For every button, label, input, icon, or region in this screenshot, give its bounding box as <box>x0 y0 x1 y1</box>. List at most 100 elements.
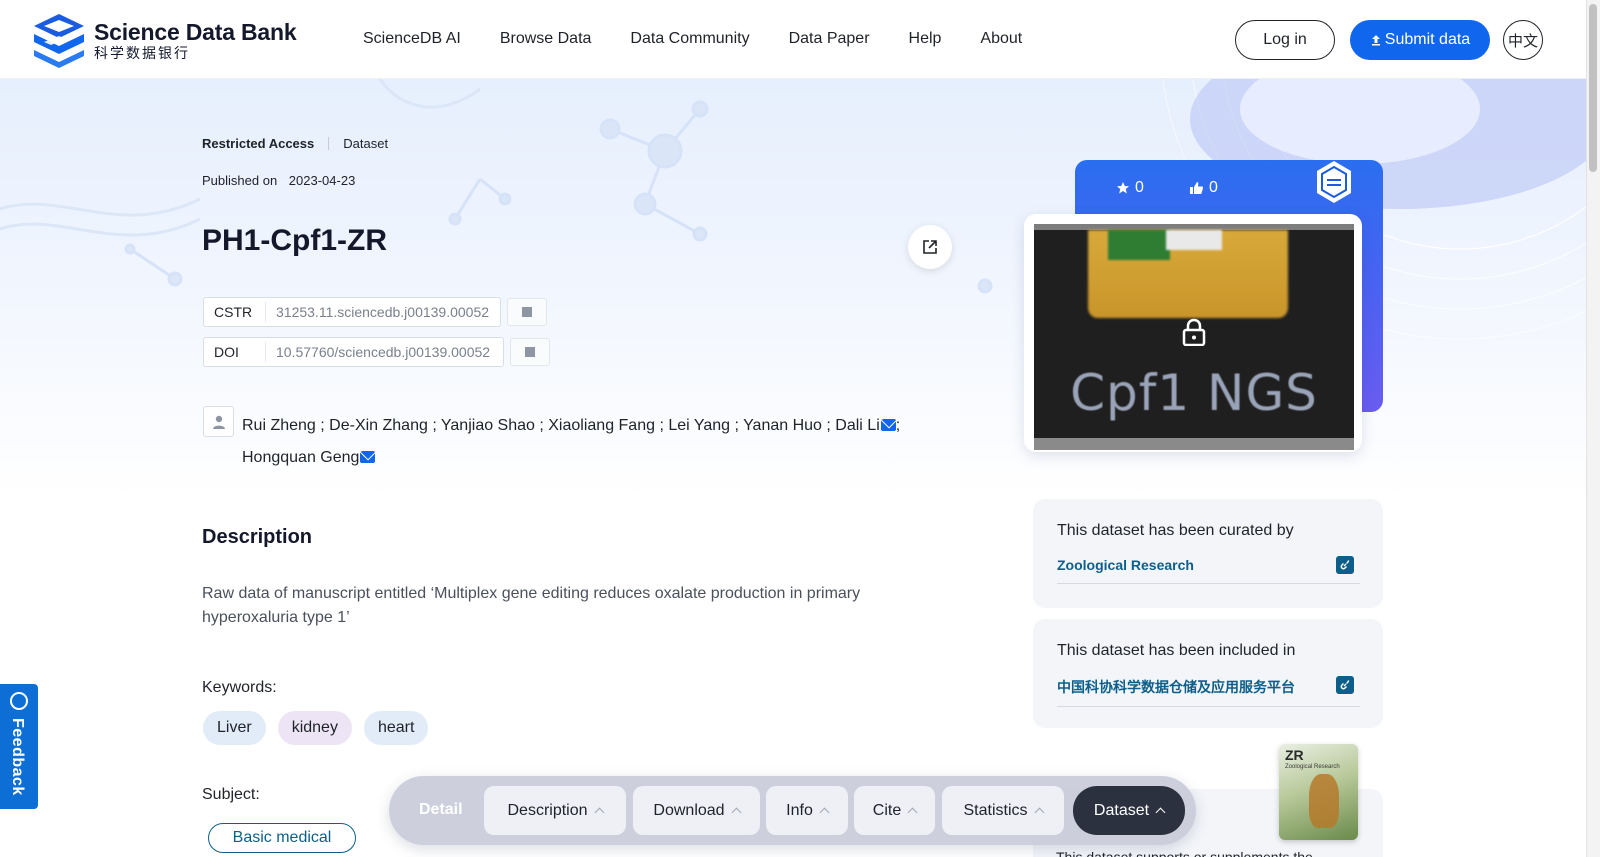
included-in-label: This dataset has been included in <box>1057 642 1296 659</box>
author-names-line2[interactable]: Hongquan Geng <box>242 449 359 466</box>
feedback-label: Feedback <box>9 718 26 796</box>
bottom-section-nav: Detail Description Download Info Cite St… <box>389 776 1196 845</box>
submit-data-button[interactable]: Submit data <box>1350 20 1490 60</box>
star-icon <box>1117 182 1129 194</box>
site-logo[interactable]: Science Data Bank 科学数据银行 <box>30 12 297 68</box>
supports-text: This dataset supports or supplements the <box>1056 849 1313 857</box>
logo-subtitle: 科学数据银行 <box>94 45 190 61</box>
feedback-icon <box>10 692 28 710</box>
submit-data-label: Submit data <box>1384 31 1471 48</box>
authors-icon <box>203 406 234 437</box>
page-scrollbar-thumb[interactable] <box>1589 4 1597 172</box>
dataset-preview-image[interactable]: Cpf1 NGS <box>1034 224 1354 450</box>
section-tab-dataset[interactable]: Dataset <box>1073 786 1185 835</box>
language-toggle[interactable]: 中文 <box>1503 20 1543 60</box>
description-text: Raw data of manuscript entitled ‘Multipl… <box>202 585 861 626</box>
link-icon[interactable] <box>1336 556 1354 574</box>
section-tab-description[interactable]: Description <box>484 786 626 835</box>
curated-by-label: This dataset has been curated by <box>1057 522 1294 539</box>
keyword-tag[interactable]: heart <box>363 711 429 745</box>
chain-link-icon <box>1340 680 1350 690</box>
doi-field: DOI 10.57760/sciencedb.j00139.00052 <box>203 337 504 367</box>
section-tab-label: Description <box>507 801 588 819</box>
section-tab-download[interactable]: Download <box>633 786 760 835</box>
description-heading: Description <box>202 526 313 548</box>
logo-mark-icon <box>34 14 84 68</box>
author-names-line1[interactable]: Rui Zheng ; De-Xin Zhang ; Yanjiao Shao … <box>242 417 880 434</box>
keyword-tag[interactable]: Liver <box>203 711 266 745</box>
cover-illustration <box>1309 774 1339 828</box>
email-icon[interactable] <box>360 451 376 463</box>
link-icon[interactable] <box>1336 676 1354 694</box>
section-tab-info[interactable]: Info <box>766 786 848 835</box>
section-tab-label: Cite <box>872 801 902 819</box>
nav-data-paper[interactable]: Data Paper <box>789 30 870 48</box>
divider <box>1057 583 1360 584</box>
published-label: Published on <box>202 173 278 188</box>
chevron-up-icon <box>907 807 918 818</box>
subject-label: Subject: <box>202 786 260 803</box>
divider <box>1057 706 1360 707</box>
logo-title: Science Data Bank <box>94 19 297 45</box>
nav-data-community[interactable]: Data Community <box>630 30 749 48</box>
curated-by-link[interactable]: Zoological Research <box>1057 557 1194 573</box>
access-row: Restricted Access Dataset <box>202 136 388 151</box>
cstr-label: CSTR <box>204 302 266 322</box>
copy-icon <box>522 344 535 357</box>
cstr-field: CSTR 31253.11.sciencedb.j00139.00052 <box>203 297 501 327</box>
chevron-up-icon <box>1155 807 1166 818</box>
copy-icon <box>519 304 532 317</box>
chevron-up-icon <box>1034 807 1044 818</box>
section-tab-label: Statistics <box>963 801 1028 819</box>
included-in-box: This dataset has been included in 中国科协科学… <box>1033 619 1383 728</box>
favorites-stat[interactable]: 0 <box>1116 179 1144 197</box>
nav-sciencedb-ai[interactable]: ScienceDB AI <box>363 30 461 48</box>
folder-tab-graphic <box>1108 230 1170 260</box>
keyword-tag[interactable]: kidney <box>277 711 352 745</box>
included-in-link[interactable]: 中国科协科学数据仓储及应用服务平台 <box>1057 677 1295 697</box>
nav-browse-data[interactable]: Browse Data <box>500 30 592 48</box>
author-list: Rui Zheng ; De-Xin Zhang ; Yanjiao Shao … <box>242 410 922 474</box>
published-row: Published on 2023-04-23 <box>202 173 355 188</box>
cover-title: ZR <box>1285 747 1304 763</box>
section-tab-label: Dataset <box>1093 801 1150 819</box>
dataset-title: PH1-Cpf1-ZR <box>202 224 387 257</box>
doi-label: DOI <box>204 342 266 362</box>
main-nav: ScienceDB AI Browse Data Data Community … <box>363 30 1061 48</box>
likes-stat[interactable]: 0 <box>1189 179 1218 197</box>
resource-type: Dataset <box>343 136 389 151</box>
author-separator: ; <box>895 417 901 434</box>
chevron-up-icon <box>819 807 830 818</box>
curated-by-box: This dataset has been curated by Zoologi… <box>1033 499 1383 608</box>
preview-caption: Cpf1 NGS <box>1070 364 1318 422</box>
published-date: 2023-04-23 <box>288 173 356 188</box>
feedback-tab[interactable]: Feedback <box>0 684 38 809</box>
section-tab-statistics[interactable]: Statistics <box>942 786 1064 835</box>
cstr-value[interactable]: 31253.11.sciencedb.j00139.00052 <box>266 304 499 320</box>
subject-tag[interactable]: Basic medical <box>208 823 356 853</box>
keywords-label: Keywords: <box>202 679 277 696</box>
preview-bottom-bar <box>1034 438 1354 450</box>
detail-label: Detail <box>419 801 463 818</box>
nav-help[interactable]: Help <box>909 30 942 48</box>
section-tab-label: Download <box>653 801 725 819</box>
section-tab-cite[interactable]: Cite <box>854 786 935 835</box>
journal-cover-image[interactable]: ZR Zoological Research <box>1279 744 1358 840</box>
upload-icon <box>1371 35 1380 46</box>
doi-value[interactable]: 10.57760/sciencedb.j00139.00052 <box>266 344 500 360</box>
login-button[interactable]: Log in <box>1235 20 1335 60</box>
copy-cstr-button[interactable] <box>507 298 547 326</box>
keyword-tags: Liver kidney heart <box>203 711 440 745</box>
favorites-count: 0 <box>1135 179 1144 196</box>
nav-about[interactable]: About <box>980 30 1022 48</box>
chevron-up-icon <box>731 807 742 818</box>
copy-doi-button[interactable] <box>510 338 550 366</box>
lock-icon <box>1182 318 1206 346</box>
email-icon[interactable] <box>880 419 896 431</box>
folder-tab-graphic <box>1166 230 1222 250</box>
chain-link-icon <box>1340 560 1350 570</box>
share-button[interactable] <box>908 225 952 269</box>
site-header: Science Data Bank 科学数据银行 ScienceDB AI Br… <box>0 0 1586 79</box>
likes-count: 0 <box>1209 179 1218 196</box>
user-icon <box>212 415 225 429</box>
